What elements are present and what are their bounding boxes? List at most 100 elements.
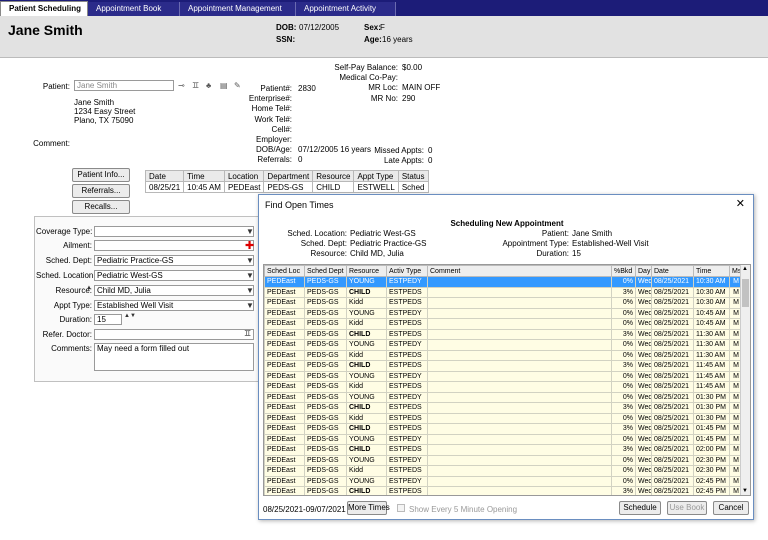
open-time-row[interactable]: PEDEast PEDS-GS CHILD ESTPEDS 3% Wed 08/25/202…: [264, 423, 743, 435]
sched-location-select[interactable]: Pediatric West-GS: [94, 270, 254, 281]
open-time-cell: PEDS-GS: [304, 370, 347, 382]
open-time-cell: 02:45 PM: [693, 486, 730, 495]
chevron-down-icon[interactable]: ▼: [246, 286, 254, 295]
resource-spinner-icon[interactable]: ▲: [86, 285, 92, 291]
ailment-input[interactable]: [94, 240, 254, 251]
red-cross-icon[interactable]: ✚: [245, 239, 254, 252]
grid-column-header[interactable]: Sched Loc: [264, 265, 305, 277]
tab-appointment-management[interactable]: Appointment Management: [180, 2, 296, 16]
open-time-row[interactable]: PEDEast PEDS-GS YOUNG ESTPEDY 0% Wed 08/25/202…: [264, 307, 743, 319]
patient-search-input[interactable]: Jane Smith: [74, 80, 174, 91]
open-time-row[interactable]: PEDEast PEDS-GS Kidd ESTPEDS 0% Wed 08/25/2021…: [264, 349, 743, 361]
open-time-row[interactable]: PEDEast PEDS-GS CHILD ESTPEDS 3% Wed 08/25/202…: [264, 486, 743, 495]
open-time-cell: 10:30 AM: [693, 276, 730, 288]
open-time-row[interactable]: PEDEast PEDS-GS YOUNG ESTPEDY 0% Wed 08/25/202…: [264, 433, 743, 445]
schedule-button[interactable]: Schedule: [619, 501, 661, 515]
open-time-cell: 02:00 PM: [693, 444, 730, 456]
open-time-cell: [427, 475, 612, 487]
age-label: Age:: [364, 35, 382, 44]
open-time-cell: PEDEast: [264, 297, 305, 309]
open-time-cell: [427, 328, 612, 340]
open-time-cell: [427, 402, 612, 414]
appt-column-header[interactable]: Status: [397, 170, 429, 182]
open-time-cell: 11:45 AM: [693, 360, 730, 372]
appt-cell: PEDEast: [223, 181, 265, 193]
chevron-down-icon[interactable]: ▼: [246, 271, 254, 280]
appt-column-header[interactable]: Appt Type: [353, 170, 399, 182]
coverage-type-select[interactable]: Medical: [94, 226, 254, 237]
dialog-info-label: Patient:: [541, 229, 569, 238]
sched-dept-select[interactable]: Pediatric Practice-GS: [94, 255, 254, 266]
grid-column-header[interactable]: Time: [693, 265, 730, 277]
missed-value: 0: [428, 146, 433, 155]
appt-column-header[interactable]: Resource: [312, 170, 355, 182]
open-time-cell: CHILD: [346, 286, 387, 298]
open-time-cell: 01:30 PM: [693, 412, 730, 424]
chevron-down-icon[interactable]: ▼: [246, 227, 254, 236]
patient-info-button[interactable]: Patient Info...: [72, 168, 130, 182]
open-time-row[interactable]: PEDEast PEDS-GS Kidd ESTPEDS 0% Wed 08/25/2021…: [264, 318, 743, 330]
open-time-cell: 3%: [611, 444, 636, 456]
resource-select[interactable]: Child MD, Julia: [94, 285, 254, 296]
open-time-row[interactable]: PEDEast PEDS-GS CHILD ESTPEDS 3% Wed 08/25/202…: [264, 360, 743, 372]
appt-column-header[interactable]: Location: [223, 170, 265, 182]
scroll-thumb[interactable]: [742, 279, 749, 307]
grid-column-header[interactable]: Activ Type: [386, 265, 428, 277]
appt-row[interactable]: 08/25/21 10:45 AM PEDEast PEDS-GS CHILD ESTWE…: [144, 181, 429, 193]
appt-type-select[interactable]: Established Well Visit: [94, 300, 254, 311]
open-time-row[interactable]: PEDEast PEDS-GS Kidd ESTPEDS 0% Wed 08/25/2021…: [264, 465, 743, 477]
appt-column-header[interactable]: Department: [263, 170, 314, 182]
open-time-row[interactable]: PEDEast PEDS-GS YOUNG ESTPEDY 0% Wed 08/25/202…: [264, 475, 743, 487]
appt-column-header[interactable]: Date: [144, 170, 185, 182]
spinner-arrows-icon[interactable]: ▲▼: [124, 313, 136, 319]
key-icon[interactable]: ⊸: [178, 81, 185, 90]
card-icon[interactable]: ▤: [220, 81, 228, 90]
grid-scrollbar[interactable]: ▲ ▼: [740, 265, 750, 495]
open-time-cell: Wed: [635, 339, 652, 351]
close-icon[interactable]: ✕: [736, 197, 745, 210]
grid-column-header[interactable]: Comment: [427, 265, 612, 277]
use-book-button[interactable]: Use Book: [667, 501, 707, 515]
comments-textarea[interactable]: May need a form filled out: [94, 343, 254, 371]
chevron-down-icon[interactable]: ▼: [246, 301, 254, 310]
show-every-5-checkbox[interactable]: [397, 504, 405, 512]
open-time-cell: Kidd: [346, 412, 387, 424]
open-time-row[interactable]: PEDEast PEDS-GS YOUNG ESTPEDY 0% Wed 08/25/202…: [264, 370, 743, 382]
binoculars-icon[interactable]: ♊: [192, 81, 199, 90]
refer-doctor-input[interactable]: [94, 329, 254, 340]
grid-column-header[interactable]: Sched Dept: [304, 265, 347, 277]
open-time-cell: Wed: [635, 412, 652, 424]
open-time-row[interactable]: PEDEast PEDS-GS YOUNG ESTPEDY 0% Wed 08/25/202…: [264, 276, 743, 288]
referrals-button[interactable]: Referrals...: [72, 184, 130, 198]
grid-column-header[interactable]: Day: [635, 265, 652, 277]
scroll-up-icon[interactable]: ▲: [742, 266, 748, 272]
open-time-row[interactable]: PEDEast PEDS-GS CHILD ESTPEDS 3% Wed 08/25/202…: [264, 328, 743, 340]
open-time-row[interactable]: PEDEast PEDS-GS YOUNG ESTPEDY 0% Wed 08/25/202…: [264, 391, 743, 403]
family-icon[interactable]: ♣: [206, 81, 211, 90]
form-label: Sched. Dept:: [45, 256, 92, 265]
tab-appointment-activity[interactable]: Appointment Activity: [296, 2, 396, 16]
open-time-row[interactable]: PEDEast PEDS-GS CHILD ESTPEDS 3% Wed 08/25/202…: [264, 444, 743, 456]
open-time-row[interactable]: PEDEast PEDS-GS CHILD ESTPEDS 3% Wed 08/25/202…: [264, 286, 743, 298]
grid-column-header[interactable]: Date: [651, 265, 694, 277]
duration-spinner[interactable]: 15: [94, 314, 122, 325]
more-times-button[interactable]: More Times: [347, 501, 390, 515]
open-times-grid[interactable]: Sched Loc Sched Dept Resource Activ Type Com…: [263, 264, 751, 496]
recalls-button[interactable]: Recalls...: [72, 200, 130, 214]
grid-column-header[interactable]: Resource: [346, 265, 387, 277]
open-time-row[interactable]: PEDEast PEDS-GS YOUNG ESTPEDY 0% Wed 08/25/202…: [264, 454, 743, 466]
tab-appointment-book[interactable]: Appointment Book: [88, 2, 180, 16]
open-time-row[interactable]: PEDEast PEDS-GS Kidd ESTPEDS 0% Wed 08/25/2021…: [264, 381, 743, 393]
tab-patient-scheduling[interactable]: Patient Scheduling: [0, 1, 88, 16]
open-time-row[interactable]: PEDEast PEDS-GS Kidd ESTPEDS 0% Wed 08/25/2021…: [264, 412, 743, 424]
binoculars-icon[interactable]: ♊: [244, 329, 251, 338]
grid-column-header[interactable]: %Bkd: [611, 265, 636, 277]
open-time-cell: 11:45 AM: [693, 370, 730, 382]
open-time-row[interactable]: PEDEast PEDS-GS CHILD ESTPEDS 3% Wed 08/25/202…: [264, 402, 743, 414]
open-time-row[interactable]: PEDEast PEDS-GS YOUNG ESTPEDY 0% Wed 08/25/202…: [264, 339, 743, 351]
chevron-down-icon[interactable]: ▼: [246, 256, 254, 265]
open-time-row[interactable]: PEDEast PEDS-GS Kidd ESTPEDS 0% Wed 08/25/2021…: [264, 297, 743, 309]
scroll-down-icon[interactable]: ▼: [742, 488, 748, 494]
cancel-button[interactable]: Cancel: [713, 501, 749, 515]
appt-column-header[interactable]: Time: [183, 170, 225, 182]
